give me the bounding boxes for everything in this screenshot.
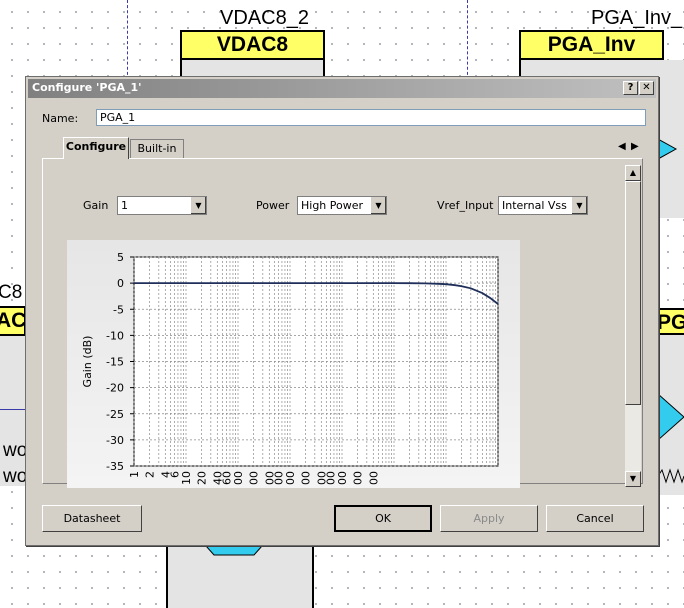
component-type-label[interactable]: VDAC8 <box>180 30 325 60</box>
y-tick-label: 5 <box>117 251 124 264</box>
x-tick-label: 00 <box>367 471 380 485</box>
opamp-symbol <box>658 393 684 441</box>
tab-scroll-right-icon[interactable]: ▶ <box>631 141 639 152</box>
schematic-guide-line <box>127 0 128 80</box>
close-button[interactable]: ✕ <box>639 81 654 95</box>
component-instance-name: PGA_Inv_ <box>591 7 683 29</box>
scrollbar-thumb[interactable] <box>625 181 641 405</box>
x-tick-label: 00 <box>284 471 297 485</box>
opamp-symbol <box>204 545 264 556</box>
gain-chart-plot: 1 2 4610 20 406000 00 000000 00 000000 00 0050-5-1… <box>81 251 499 485</box>
vref-input-select[interactable]: Internal Vss ▼ <box>498 196 588 215</box>
schematic-wire <box>0 409 26 410</box>
x-tick-label: 00 <box>232 471 245 485</box>
cancel-button[interactable]: Cancel <box>546 505 644 532</box>
datasheet-button[interactable]: Datasheet <box>42 505 142 532</box>
y-tick-label: -30 <box>106 434 124 447</box>
help-button[interactable]: ? <box>623 81 638 95</box>
chevron-down-icon[interactable]: ▼ <box>190 197 206 214</box>
close-icon: ✕ <box>642 82 651 93</box>
power-label: Power <box>256 199 290 212</box>
dialog-title: Configure 'PGA_1' <box>32 81 142 94</box>
wire-label: wo <box>3 440 28 461</box>
resistor-symbol <box>658 468 684 484</box>
y-tick-label: -25 <box>106 408 124 421</box>
vref-input-label: Vref_Input <box>437 199 494 212</box>
x-tick-label: 00 <box>300 471 313 485</box>
component-body[interactable] <box>0 336 26 486</box>
component-instance-name: C8 <box>0 282 23 303</box>
vref-input-value: Internal Vss <box>502 199 567 212</box>
component-type-label[interactable]: AC <box>0 306 26 336</box>
y-tick-label: -20 <box>106 382 124 395</box>
x-tick-label: 1 <box>128 471 141 478</box>
name-input[interactable]: PGA_1 <box>96 109 646 126</box>
y-tick-label: -35 <box>106 460 124 473</box>
scroll-down-icon[interactable]: ▼ <box>625 471 641 487</box>
ok-button[interactable]: OK <box>334 505 432 532</box>
gain-label: Gain <box>83 199 109 212</box>
power-select[interactable]: High Power ▼ <box>297 196 387 215</box>
x-tick-label: 2 <box>144 471 157 478</box>
component-type-label[interactable]: PG <box>655 308 684 335</box>
y-axis-label: Gain (dB) <box>81 336 94 388</box>
y-tick-label: -15 <box>106 356 124 369</box>
component-type-label[interactable]: PGA_Inv <box>519 30 664 60</box>
x-tick-label: 00 <box>352 471 365 485</box>
y-tick-label: 0 <box>117 277 124 290</box>
panel-scrollbar[interactable]: ▲ ▼ <box>625 165 641 487</box>
x-tick-label: 00 <box>336 471 349 485</box>
tab-built-in[interactable]: Built-in <box>130 139 184 158</box>
x-tick-label: 10 <box>180 471 193 485</box>
tab-configure[interactable]: Configure <box>63 137 129 159</box>
tab-scroll-left-icon[interactable]: ◀ <box>618 141 626 152</box>
schematic-guide-line <box>467 0 468 80</box>
apply-button[interactable]: Apply <box>440 505 538 532</box>
opamp-symbol <box>658 138 678 160</box>
component-instance-name: VDAC8_2 <box>220 7 309 29</box>
x-tick-label: 00 <box>248 471 261 485</box>
wire-label: wo <box>3 466 28 487</box>
gain-chart: 1 2 4 6 10 20 40 60 00 00 00 00 00 00 00 00 00 00 00 5 0 -5 -1… <box>67 240 520 488</box>
y-tick-label: -10 <box>106 329 124 342</box>
scroll-up-icon[interactable]: ▲ <box>625 165 641 181</box>
y-tick-label: -5 <box>113 303 124 316</box>
gain-value: 1 <box>121 199 128 212</box>
dialog-titlebar[interactable]: Configure 'PGA_1' ? ✕ <box>28 79 656 98</box>
chevron-down-icon[interactable]: ▼ <box>370 197 386 214</box>
name-label: Name: <box>42 112 79 125</box>
x-tick-label: 20 <box>196 471 209 485</box>
gain-select[interactable]: 1 ▼ <box>117 196 207 215</box>
power-value: High Power <box>301 199 364 212</box>
configure-dialog: Configure 'PGA_1' ? ✕ Name: PGA_1 Config… <box>25 76 659 546</box>
chevron-down-icon[interactable]: ▼ <box>571 197 587 214</box>
